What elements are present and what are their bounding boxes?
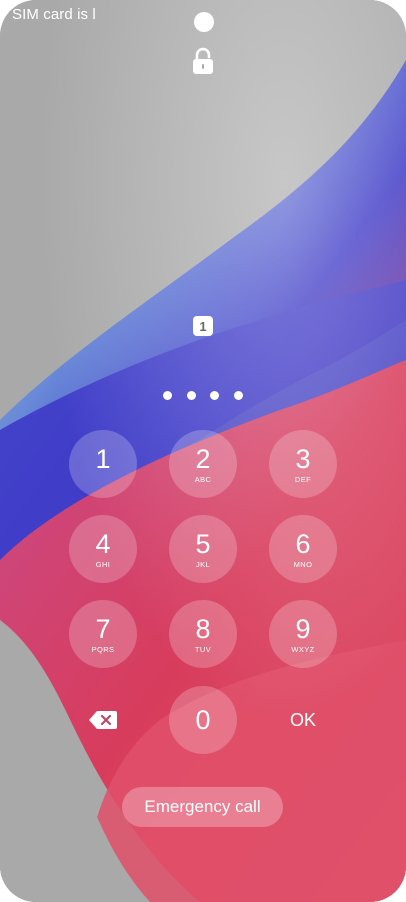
key-digit: 1 — [95, 443, 111, 474]
key-9[interactable]: 9 WXYZ — [269, 600, 337, 668]
key-digit: 6 — [295, 528, 311, 559]
pin-dot — [186, 390, 196, 400]
key-letters: WXYZ — [291, 644, 315, 654]
key-digit: 4 — [95, 528, 111, 559]
key-5[interactable]: 5 JKL — [169, 515, 237, 583]
key-4[interactable]: 4 GHI — [69, 515, 137, 583]
pin-dot — [233, 390, 243, 400]
key-1[interactable]: 1 — [69, 430, 137, 498]
pin-dot — [210, 390, 220, 400]
key-digit: 9 — [295, 613, 311, 644]
sim-card-icon: 1 — [193, 316, 213, 336]
key-6[interactable]: 6 MNO — [269, 515, 337, 583]
sim-status-text: SIM card is l — [12, 6, 96, 23]
pin-dot — [163, 390, 172, 400]
key-7[interactable]: 7 PQRS — [69, 600, 137, 668]
key-letters: TUV — [194, 644, 212, 654]
key-digit: 3 — [295, 443, 311, 474]
sim-slot-number: 1 — [199, 318, 207, 334]
key-letters: JKL — [195, 559, 211, 569]
backspace-button[interactable] — [69, 686, 137, 754]
pin-entry-indicator — [163, 390, 243, 400]
key-digit: 5 — [195, 528, 211, 559]
key-digit: 8 — [195, 613, 211, 644]
key-letters: MNO — [293, 559, 313, 569]
key-letters: ABC — [194, 474, 212, 484]
ok-button[interactable]: OK — [269, 686, 337, 754]
ok-label: OK — [289, 710, 316, 730]
lock-screen: SIM card is l 1 1 2 ABC 3 DEF 4 GHI 5 JK… — [0, 0, 406, 902]
key-digit: 0 — [195, 705, 211, 735]
backspace-icon — [89, 711, 117, 729]
key-0[interactable]: 0 — [169, 686, 237, 754]
key-digit: 2 — [195, 443, 211, 474]
emergency-call-button[interactable]: Emergency call — [122, 787, 283, 827]
key-3[interactable]: 3 DEF — [269, 430, 337, 498]
key-letters: GHI — [95, 559, 111, 569]
key-digit: 7 — [95, 613, 111, 644]
key-letters: PQRS — [91, 644, 115, 654]
key-letters: DEF — [294, 474, 312, 484]
key-8[interactable]: 8 TUV — [169, 600, 237, 668]
lock-icon — [193, 47, 213, 74]
camera-cutout — [194, 12, 214, 32]
key-2[interactable]: 2 ABC — [169, 430, 237, 498]
